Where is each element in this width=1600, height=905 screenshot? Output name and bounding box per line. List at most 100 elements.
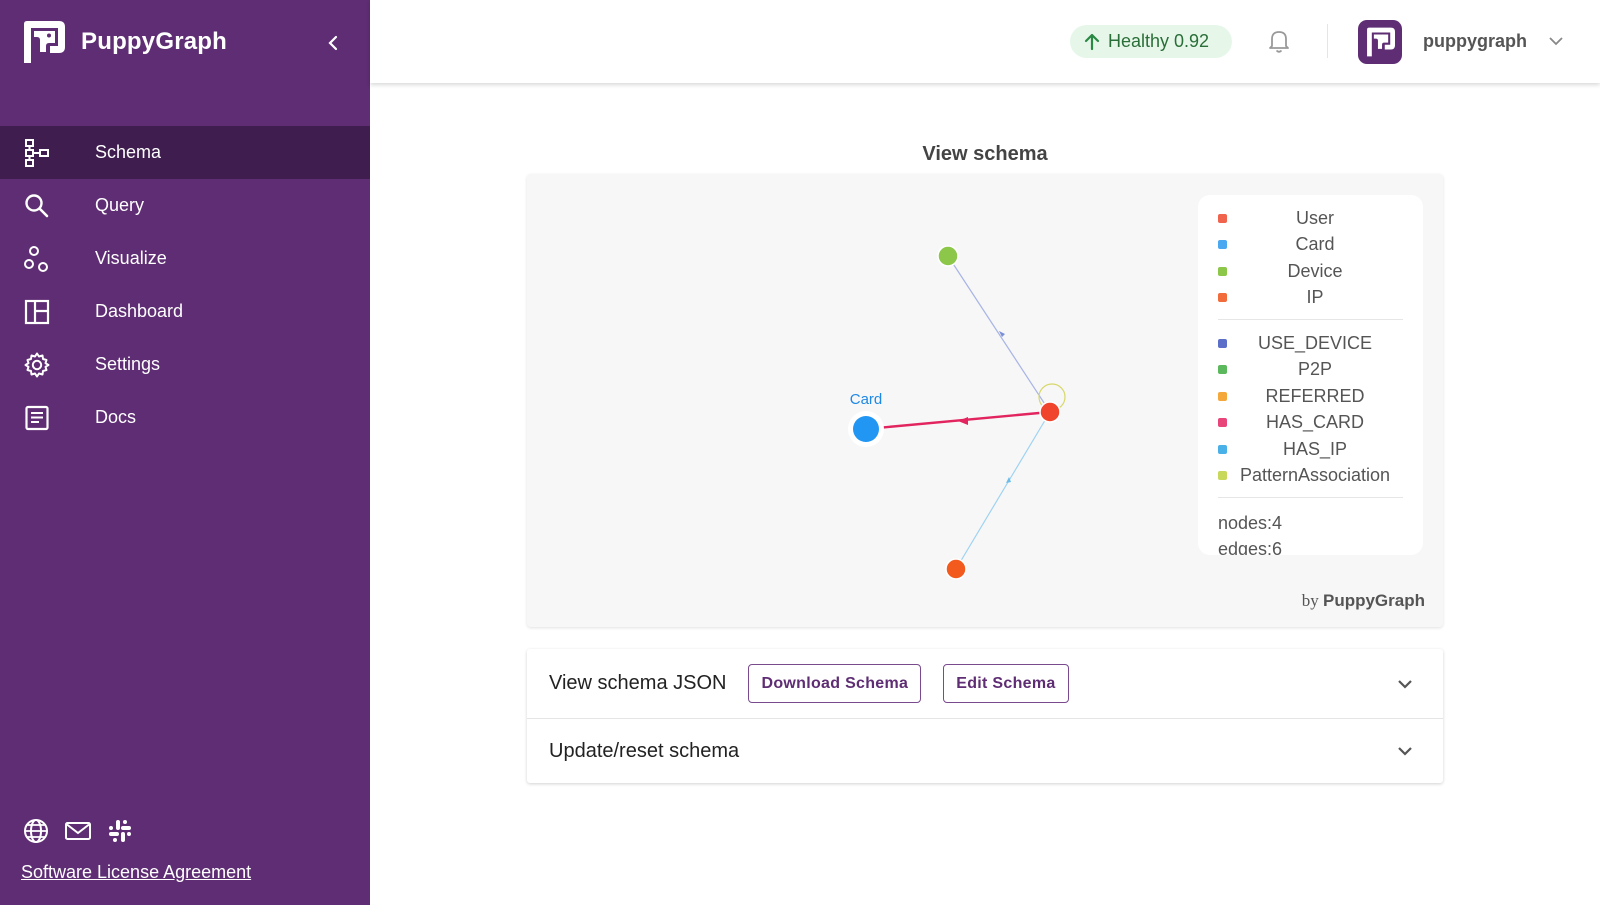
legend-item[interactable]: User bbox=[1218, 205, 1403, 232]
legend-label: User bbox=[1295, 207, 1334, 228]
sidebar-item-docs[interactable]: Docs bbox=[0, 391, 370, 444]
bell-icon[interactable] bbox=[1264, 26, 1294, 56]
legend-swatch bbox=[1218, 213, 1227, 223]
puppygraph-logo-icon bbox=[1367, 27, 1395, 57]
legend-divider bbox=[1218, 319, 1403, 320]
sidebar-item-label: Visualize bbox=[95, 248, 167, 268]
accordion-title: View schema JSON bbox=[549, 672, 727, 694]
legend-label: IP bbox=[1306, 287, 1324, 308]
license-link[interactable]: Software License Agreement bbox=[21, 862, 251, 883]
graph-edge-arrow bbox=[958, 417, 968, 425]
sidebar-item-label: Settings bbox=[95, 354, 161, 374]
legend-node-types: User Card Device IP bbox=[1218, 195, 1403, 311]
edge-count: edges:6 bbox=[1218, 539, 1283, 555]
legend-label: USE_DEVICE bbox=[1257, 332, 1373, 353]
top-header: Healthy 0.92 puppygraph bbox=[370, 0, 1600, 83]
header-divider bbox=[1327, 24, 1328, 58]
schema-graph-panel: Card User Card Device IP USE_DEVICE P2P REFER… bbox=[527, 174, 1443, 627]
graph-node-ip[interactable] bbox=[945, 558, 967, 580]
legend-item[interactable]: HAS_IP bbox=[1218, 436, 1403, 463]
sidebar-item-label: Docs bbox=[95, 407, 137, 427]
brand-name: PuppyGraph bbox=[81, 28, 228, 55]
byline-prefix: by bbox=[1301, 591, 1319, 610]
chevron-down-icon[interactable] bbox=[1547, 32, 1565, 50]
brand[interactable]: PuppyGraph bbox=[20, 20, 227, 64]
legend-item[interactable]: REFERRED bbox=[1218, 383, 1403, 410]
legend-swatch bbox=[1218, 471, 1227, 481]
sidebar: PuppyGraph Schema Query Visualize Dashbo… bbox=[0, 0, 370, 905]
visualize-icon bbox=[24, 246, 48, 272]
legend-item[interactable]: HAS_CARD bbox=[1218, 410, 1403, 437]
chevron-down-icon[interactable] bbox=[1395, 741, 1415, 761]
avatar[interactable] bbox=[1358, 20, 1402, 64]
legend-label: Device bbox=[1287, 260, 1343, 281]
graph-node-card-label: Card bbox=[850, 391, 883, 408]
legend-item[interactable]: PatternAssociation bbox=[1218, 463, 1403, 490]
legend-swatch bbox=[1218, 338, 1227, 348]
mail-icon[interactable] bbox=[64, 817, 92, 845]
legend-label: Card bbox=[1295, 234, 1335, 255]
sidebar-item-label: Query bbox=[95, 195, 145, 215]
sidebar-nav: Schema Query Visualize Dashboard Setting… bbox=[0, 126, 370, 444]
legend-item[interactable]: USE_DEVICE bbox=[1218, 330, 1403, 357]
download-schema-button[interactable]: Download Schema bbox=[748, 664, 922, 703]
legend-swatch bbox=[1218, 266, 1227, 276]
legend-item[interactable]: Device bbox=[1218, 258, 1403, 285]
graph-node-card[interactable] bbox=[853, 416, 879, 442]
accordion-view-schema-json[interactable]: View schema JSON Download Schema Edit Sc… bbox=[527, 649, 1443, 719]
legend-swatch bbox=[1218, 418, 1227, 428]
graph-node-device[interactable] bbox=[937, 245, 959, 267]
globe-icon[interactable] bbox=[22, 817, 50, 845]
legend-divider bbox=[1218, 497, 1403, 498]
sidebar-item-settings[interactable]: Settings bbox=[0, 338, 370, 391]
sidebar-item-query[interactable]: Query bbox=[0, 179, 370, 232]
collapse-sidebar-button[interactable] bbox=[318, 28, 348, 58]
docs-icon bbox=[25, 405, 49, 431]
graph-edge-use-device[interactable] bbox=[947, 255, 1051, 413]
graph-edge-has-ip[interactable] bbox=[955, 411, 1051, 570]
footer-links bbox=[22, 817, 134, 845]
legend-swatch bbox=[1218, 293, 1227, 303]
user-name[interactable]: puppygraph bbox=[1423, 31, 1527, 52]
legend-item[interactable]: P2P bbox=[1218, 357, 1403, 384]
legend-label: HAS_IP bbox=[1282, 438, 1348, 459]
graph-node-user[interactable] bbox=[1039, 401, 1061, 423]
chevron-left-icon bbox=[328, 35, 338, 51]
chevron-down-icon[interactable] bbox=[1395, 674, 1415, 694]
sidebar-item-label: Dashboard bbox=[95, 301, 184, 321]
sidebar-item-visualize[interactable]: Visualize bbox=[0, 232, 370, 285]
legend-swatch bbox=[1218, 391, 1227, 401]
dashboard-icon bbox=[24, 299, 50, 325]
arrow-up-icon bbox=[1084, 33, 1100, 50]
schema-icon bbox=[25, 139, 49, 167]
graph-edge-has-card[interactable] bbox=[865, 410, 1051, 431]
search-icon bbox=[25, 194, 49, 218]
legend-label: P2P bbox=[1297, 359, 1333, 380]
node-count: nodes:4 bbox=[1218, 513, 1283, 533]
legend-item[interactable]: Card bbox=[1218, 232, 1403, 259]
puppygraph-logo-icon bbox=[24, 21, 65, 63]
page-title: View schema bbox=[922, 143, 1048, 165]
legend-swatch bbox=[1218, 444, 1227, 454]
accordion-title: Update/reset schema bbox=[549, 739, 740, 762]
sidebar-item-label: Schema bbox=[95, 142, 162, 162]
legend-label: REFERRED bbox=[1265, 385, 1365, 406]
sidebar-item-schema[interactable]: Schema bbox=[0, 126, 370, 179]
byline: by PuppyGraph bbox=[1302, 591, 1425, 611]
gear-icon bbox=[24, 352, 50, 378]
byline-brand: PuppyGraph bbox=[1322, 591, 1425, 610]
legend-swatch bbox=[1218, 365, 1227, 375]
edit-schema-button[interactable]: Edit Schema bbox=[943, 664, 1069, 703]
legend-edge-types: USE_DEVICE P2P REFERRED HAS_CARD HAS_IP Patte… bbox=[1218, 330, 1403, 489]
health-status-text: Healthy 0.92 bbox=[1108, 31, 1210, 51]
legend-label: PatternAssociation bbox=[1239, 465, 1391, 486]
schema-accordion: View schema JSON Download Schema Edit Sc… bbox=[527, 649, 1443, 783]
sidebar-item-dashboard[interactable]: Dashboard bbox=[0, 285, 370, 338]
graph-legend: User Card Device IP USE_DEVICE P2P REFERRED HA… bbox=[1198, 195, 1423, 555]
slack-icon[interactable] bbox=[106, 817, 134, 845]
legend-label: HAS_CARD bbox=[1265, 412, 1365, 433]
legend-item[interactable]: IP bbox=[1218, 285, 1403, 312]
accordion-update-reset-schema[interactable]: Update/reset schema bbox=[527, 719, 1443, 783]
health-status-badge[interactable]: Healthy 0.92 bbox=[1070, 25, 1232, 58]
legend-swatch bbox=[1218, 240, 1227, 250]
